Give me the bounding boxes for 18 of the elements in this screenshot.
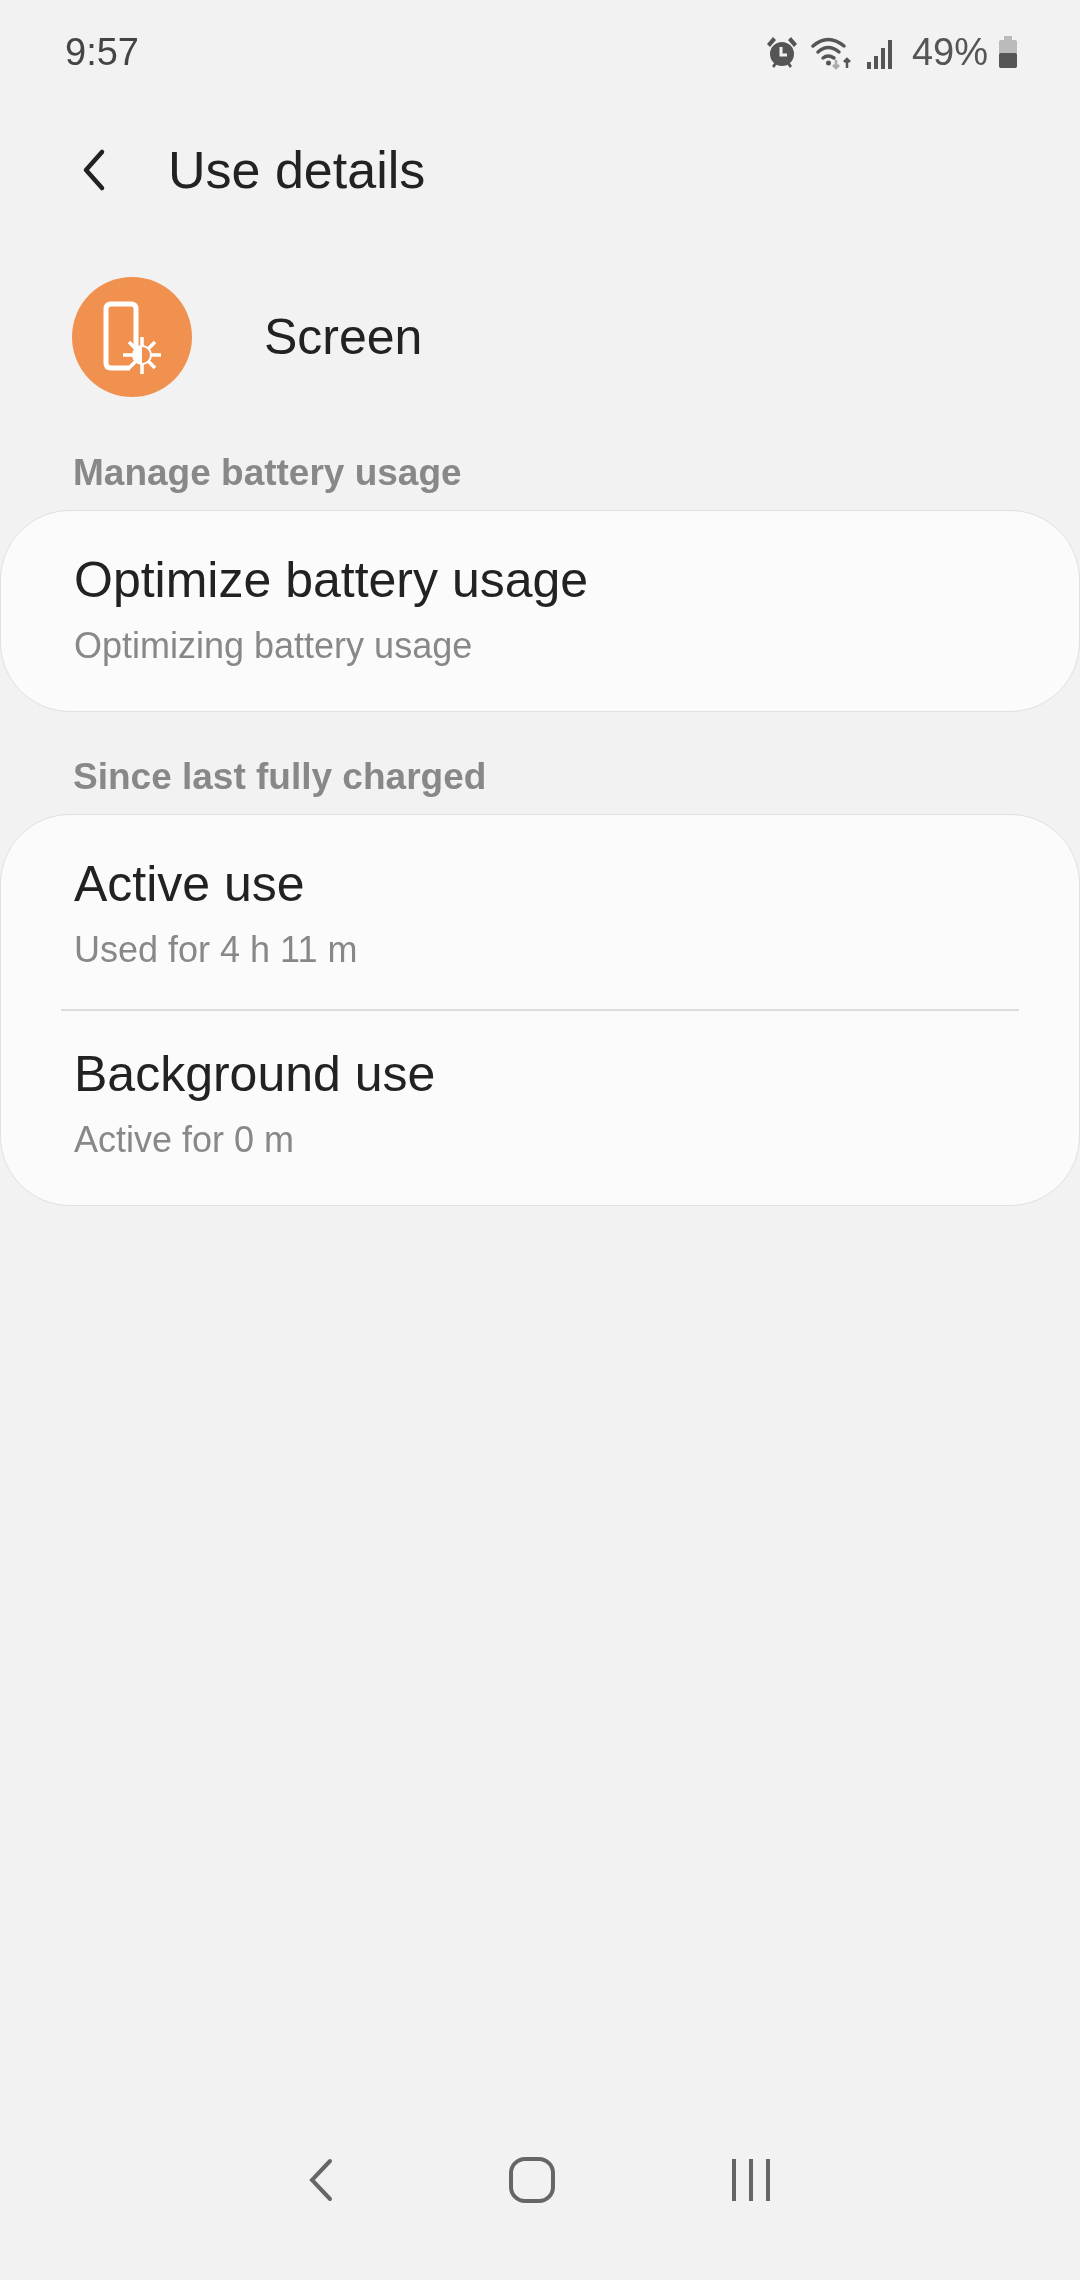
item-subtitle: Used for 4 h 11 m xyxy=(74,929,359,971)
item-title: Active use xyxy=(74,855,306,913)
section-heading: Manage battery usage xyxy=(72,451,463,495)
settings-item[interactable]: Active use Used for 4 h 11 m xyxy=(1,833,1079,997)
battery-icon xyxy=(998,34,1018,70)
settings-item[interactable]: Background use Active for 0 m xyxy=(1,1023,1079,1187)
item-subtitle: Optimizing battery usage xyxy=(74,625,474,667)
section-heading: Since last fully charged xyxy=(72,755,488,799)
status-time: 9:57 xyxy=(65,30,139,74)
app-name: Screen xyxy=(264,308,423,366)
battery-percentage: 49% xyxy=(911,30,988,74)
settings-item[interactable]: Optimize battery usage Optimizing battery usage xyxy=(1,529,1079,693)
item-subtitle: Active for 0 m xyxy=(74,1119,296,1161)
item-title: Optimize battery usage xyxy=(74,551,590,609)
page-title: Use details xyxy=(168,140,426,200)
screen-brightness-icon xyxy=(72,277,192,397)
item-title: Background use xyxy=(74,1045,437,1103)
home-nav-icon[interactable] xyxy=(507,2155,557,2205)
